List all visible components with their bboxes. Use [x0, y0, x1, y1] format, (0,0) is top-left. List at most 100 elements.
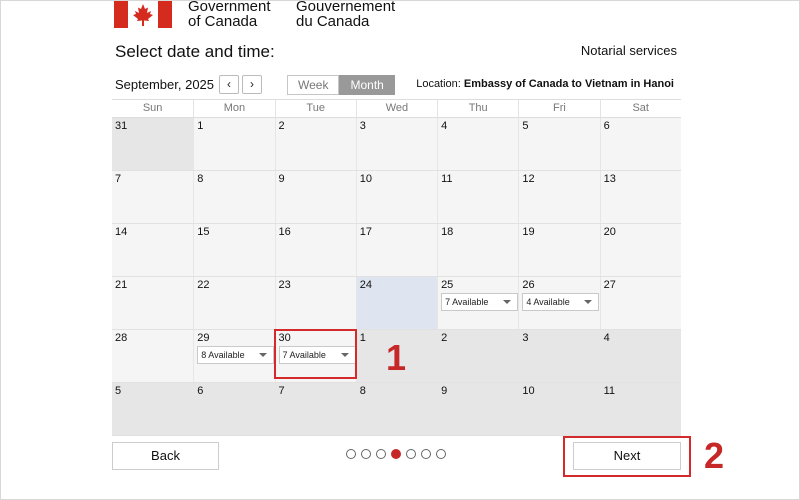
- day-cell[interactable]: 25 7 Available: [437, 277, 519, 329]
- day-cell[interactable]: 1: [193, 118, 275, 170]
- availability-dropdown[interactable]: 7 Available: [441, 293, 519, 311]
- day-number: 4: [441, 120, 448, 132]
- day-cell[interactable]: 3: [355, 118, 438, 170]
- day-cell[interactable]: 6: [193, 383, 275, 435]
- canada-flag-icon: [114, 1, 172, 28]
- day-cell[interactable]: 17: [355, 224, 438, 276]
- step-indicator: [346, 449, 451, 459]
- day-number: 25: [441, 279, 454, 291]
- day-cell[interactable]: 20: [599, 224, 681, 276]
- step-dot: [406, 449, 416, 459]
- day-cell[interactable]: 15: [193, 224, 275, 276]
- day-number: 17: [359, 226, 373, 238]
- day-number: 20: [603, 226, 616, 238]
- day-header: Wed: [355, 100, 437, 117]
- day-cell[interactable]: 4: [599, 330, 681, 382]
- day-number: 8: [197, 173, 204, 185]
- day-cell[interactable]: 2: [437, 330, 519, 382]
- day-cell[interactable]: 21: [112, 277, 194, 329]
- gov-en-line1: Government: [188, 0, 271, 15]
- day-header: Sat: [599, 100, 681, 117]
- day-cell[interactable]: 29 8 Available: [193, 330, 275, 382]
- day-number: 3: [359, 120, 366, 132]
- day-cell[interactable]: 6: [599, 118, 681, 170]
- day-cell[interactable]: 11: [599, 383, 681, 435]
- day-number: 12: [522, 173, 535, 185]
- day-number: 6: [603, 120, 610, 132]
- day-cell[interactable]: 9: [274, 171, 356, 223]
- callout-number-2: 2: [704, 435, 725, 476]
- day-cell[interactable]: 26 4 Available: [518, 277, 600, 329]
- day-cell[interactable]: 7: [112, 171, 194, 223]
- day-cell[interactable]: 31: [112, 118, 194, 170]
- step-dot: [421, 449, 431, 459]
- day-cell[interactable]: 14: [112, 224, 194, 276]
- day-cell[interactable]: 3: [518, 330, 600, 382]
- step-dot-active: [391, 449, 401, 459]
- week-view-button[interactable]: Week: [287, 75, 340, 95]
- day-number: 7: [115, 173, 122, 185]
- step-dot: [436, 449, 446, 459]
- next-month-button[interactable]: ›: [242, 75, 262, 94]
- availability-dropdown[interactable]: 4 Available: [522, 293, 600, 311]
- day-number: 27: [603, 279, 616, 291]
- day-cell[interactable]: 16: [274, 224, 356, 276]
- day-number: 6: [197, 385, 204, 397]
- day-number: 5: [115, 385, 122, 397]
- day-cell[interactable]: 8: [355, 383, 438, 435]
- day-number: 10: [359, 173, 373, 185]
- day-number: 13: [603, 173, 616, 185]
- month-label: September, 2025: [115, 77, 215, 92]
- day-cell[interactable]: 2: [274, 118, 356, 170]
- day-number: 16: [278, 226, 291, 238]
- service-name: Notarial services: [580, 43, 677, 58]
- view-toggle: Week Month: [287, 75, 395, 95]
- step-dot: [346, 449, 356, 459]
- day-cell[interactable]: 7: [274, 383, 356, 435]
- day-cell[interactable]: 5: [112, 383, 194, 435]
- gov-fr-line1: Gouvernement: [296, 0, 396, 15]
- day-cell[interactable]: 10: [518, 383, 600, 435]
- gov-name-en: Government of Canada: [188, 0, 271, 29]
- day-cell[interactable]: 5: [518, 118, 600, 170]
- prev-month-button[interactable]: ‹: [219, 75, 239, 94]
- day-cell[interactable]: 19: [518, 224, 600, 276]
- day-cell[interactable]: 18: [437, 224, 519, 276]
- day-cell[interactable]: 10: [355, 171, 438, 223]
- location-label: Location: Embassy of Canada to Vietnam i…: [416, 78, 674, 90]
- day-header: Tue: [274, 100, 356, 117]
- week-row: 14 15 16 17 18 19 20: [112, 224, 681, 277]
- day-number: 10: [522, 385, 535, 397]
- month-view-button[interactable]: Month: [339, 75, 395, 95]
- gov-header: Government of Canada Gouvernement du Can…: [114, 0, 534, 32]
- next-button[interactable]: Next: [573, 442, 681, 470]
- day-cell[interactable]: 11: [437, 171, 519, 223]
- day-cell[interactable]: 27: [599, 277, 681, 329]
- back-button[interactable]: Back: [112, 442, 219, 470]
- day-number: 4: [603, 332, 610, 344]
- day-header: Mon: [193, 100, 274, 117]
- day-cell[interactable]: 4: [437, 118, 519, 170]
- day-cell[interactable]: 23: [274, 277, 356, 329]
- week-row: 21 22 23 24 25 7 Available 26 4 Available 27: [112, 277, 681, 330]
- day-cell[interactable]: 28: [112, 330, 194, 382]
- day-number: 2: [441, 332, 448, 344]
- day-number: 15: [197, 226, 210, 238]
- day-number: 22: [197, 279, 210, 291]
- day-number: 21: [115, 279, 128, 291]
- day-cell[interactable]: 24: [355, 277, 438, 329]
- day-cell[interactable]: 13: [599, 171, 681, 223]
- week-row: 31 1 2 3 4 5 6: [112, 118, 681, 171]
- day-cell[interactable]: 22: [193, 277, 275, 329]
- availability-label: 4 Available: [526, 297, 570, 307]
- caret-down-icon: [584, 300, 593, 304]
- day-header: Thu: [437, 100, 518, 117]
- day-cell[interactable]: 8: [193, 171, 275, 223]
- day-cell[interactable]: 12: [518, 171, 600, 223]
- location-value: Embassy of Canada to Vietnam in Hanoi: [463, 78, 674, 90]
- calendar-weeks: 31 1 2 3 4 5 6 7 8 9 10 11 12 13 14 15 16 17 18 19 20 21 22 23 2…: [112, 118, 681, 436]
- week-row: 5 6 7 8 9 10 11: [112, 383, 681, 436]
- availability-dropdown[interactable]: 8 Available: [197, 346, 275, 364]
- day-cell[interactable]: 9: [437, 383, 519, 435]
- day-number: 1: [197, 120, 204, 132]
